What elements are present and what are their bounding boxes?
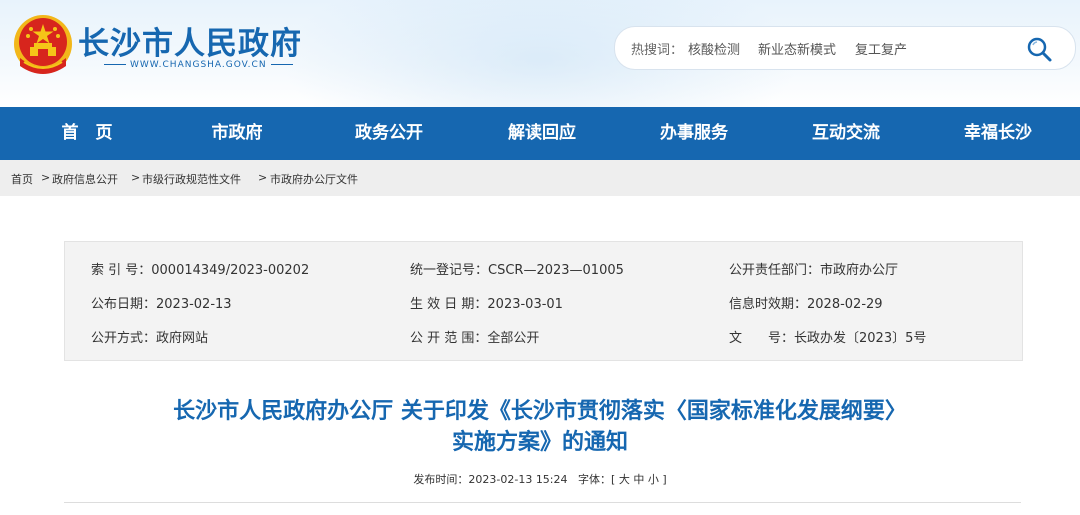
breadcrumb-item[interactable]: 首页	[11, 171, 33, 187]
site-header: 长沙市人民政府 WWW.CHANGSHA.GOV.CN 热搜词： 核酸检测 新业…	[0, 0, 1080, 107]
effective-date: 生 效 日 期：2023-03-01	[410, 297, 563, 312]
document-number: 文 号：长政办发〔2023〕5号	[729, 331, 927, 346]
nav-item-government[interactable]: 市政府	[192, 107, 282, 160]
validity-period: 信息时效期：2028-02-29	[729, 297, 883, 312]
site-title[interactable]: 长沙市人民政府	[78, 18, 302, 63]
publish-method: 公开方式：政府网站	[91, 331, 209, 346]
breadcrumb: 首页 > 政府信息公开 > 市级行政规范性文件 > 市政府办公厅文件	[0, 160, 1080, 196]
responsible-department: 公开责任部门：市政府办公厅	[729, 263, 899, 278]
hot-keyword-link[interactable]: 新业态新模式	[758, 39, 836, 58]
search-icon[interactable]	[1025, 35, 1053, 63]
publish-time: 发布时间：2023-02-13 15:24	[413, 473, 568, 486]
breadcrumb-item[interactable]: 市级行政规范性文件	[142, 171, 241, 187]
site-domain: WWW.CHANGSHA.GOV.CN	[100, 60, 297, 70]
nav-item-happy-changsha[interactable]: 幸福长沙	[953, 107, 1043, 160]
font-size-large-button[interactable]: 大	[619, 473, 630, 486]
index-number: 索 引 号：000014349/2023-00202	[91, 263, 310, 278]
breadcrumb-separator: >	[131, 171, 141, 184]
search-box[interactable]: 热搜词： 核酸检测 新业态新模式 复工复产	[614, 26, 1076, 70]
breadcrumb-separator: >	[258, 171, 268, 184]
registration-number: 统一登记号：CSCR—2023—01005	[410, 263, 624, 278]
nav-item-home[interactable]: 首 页	[42, 107, 132, 160]
breadcrumb-item[interactable]: 政府信息公开	[52, 171, 118, 187]
main-nav: 首 页 市政府 政务公开 解读回应 办事服务 互动交流 幸福长沙	[0, 107, 1080, 160]
article-title-line-2: 实施方案》的通知	[451, 430, 628, 455]
hot-keyword-link[interactable]: 复工复产	[855, 39, 907, 58]
nav-item-interaction[interactable]: 互动交流	[801, 107, 891, 160]
publish-scope: 公 开 范 围：全部公开	[410, 331, 540, 346]
publish-date: 公布日期：2023-02-13	[91, 297, 232, 312]
national-emblem-icon[interactable]	[12, 12, 74, 80]
nav-item-interpretation[interactable]: 解读回应	[497, 107, 587, 160]
hot-keyword-link[interactable]: 核酸检测	[688, 39, 740, 58]
article-title-line-1: 长沙市人民政府办公厅 关于印发《长沙市贯彻落实〈国家标准化发展纲要〉	[173, 399, 907, 424]
nav-item-gov-affairs-open[interactable]: 政务公开	[344, 107, 434, 160]
hot-search-label: 热搜词：	[631, 43, 684, 58]
content-divider	[64, 502, 1021, 503]
breadcrumb-separator: >	[41, 171, 51, 184]
document-info-box: 索 引 号：000014349/2023-00202 统一登记号：CSCR—20…	[64, 241, 1023, 361]
font-size-label: 字体：[	[578, 473, 616, 486]
breadcrumb-item-current[interactable]: 市政府办公厅文件	[270, 171, 358, 187]
font-size-medium-button[interactable]: 中	[633, 473, 644, 486]
article-meta: 发布时间：2023-02-13 15:24 字体：[ 大 中 小 ]	[0, 471, 1080, 487]
nav-item-services[interactable]: 办事服务	[649, 107, 739, 160]
font-size-bracket: ]	[662, 473, 667, 486]
font-size-small-button[interactable]: 小	[648, 473, 659, 486]
